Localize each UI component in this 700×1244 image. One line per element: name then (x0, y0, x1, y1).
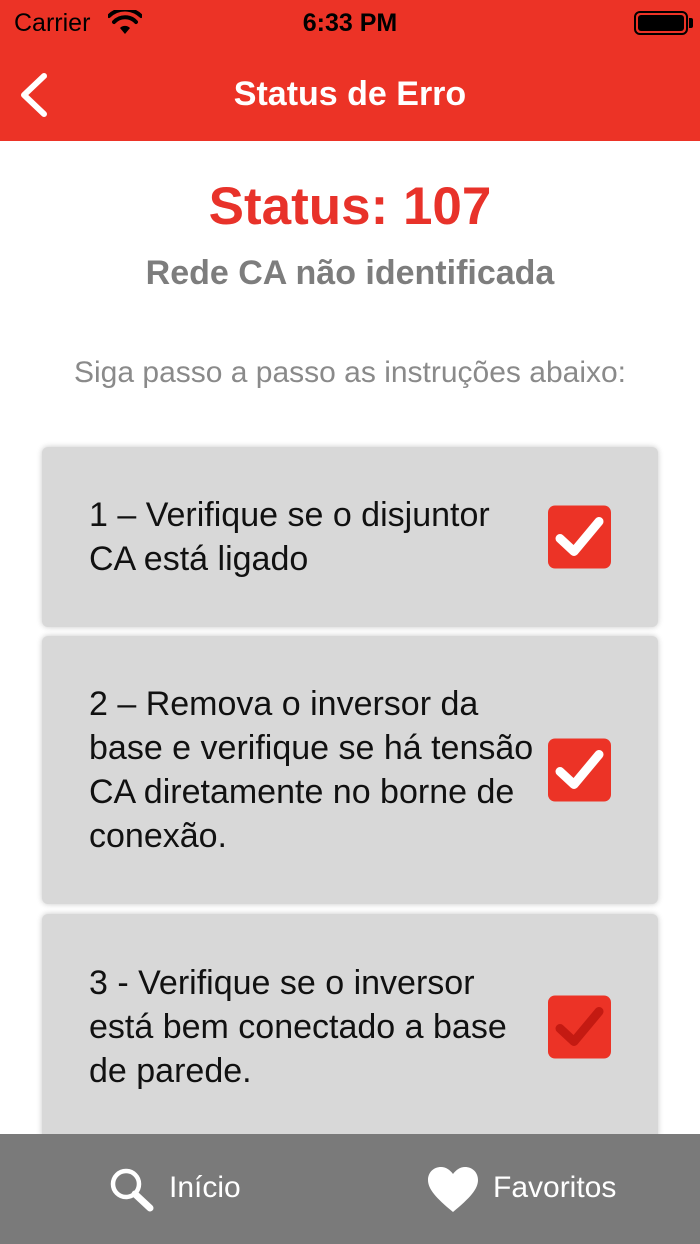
heart-icon (428, 1167, 478, 1212)
search-icon (110, 1168, 154, 1212)
tab-favorites-label: Favoritos (493, 1171, 617, 1204)
checkmark-icon (555, 750, 604, 789)
step-text: 1 – Verifique se o disjuntor CA está lig… (89, 496, 490, 578)
instructions-text: Siga passo a passo as instruções abaixo: (74, 356, 626, 389)
tab-bar: Início Favoritos (0, 1134, 700, 1244)
tab-home[interactable]: Início (104, 1134, 304, 1244)
step-text: 2 – Remova o inversor da base e verifiqu… (89, 685, 534, 855)
battery-tip (689, 18, 693, 28)
tab-home-label: Início (169, 1171, 241, 1204)
navigation-bar: Status de Erro (0, 48, 700, 141)
page-title: Status de Erro (233, 75, 467, 113)
battery-icon (634, 11, 688, 35)
step-text: 3 - Verifique se o inversor está bem con… (89, 964, 507, 1090)
step-checkbox-3[interactable] (548, 995, 611, 1059)
step-card-3: 3 - Verifique se o inversor está bem con… (42, 914, 658, 1140)
clock: 6:33 PM (302, 9, 398, 37)
checkmark-icon (555, 1007, 604, 1046)
status-bar: Carrier 6:33 PM (0, 0, 700, 48)
tab-favorites[interactable]: Favoritos (424, 1134, 644, 1244)
step-card-2: 2 – Remova o inversor da base e verifiqu… (42, 636, 658, 904)
step-checkbox-2[interactable] (548, 738, 611, 802)
step-checkbox-1[interactable] (548, 505, 611, 569)
status-description: Rede CA não identificada (145, 254, 555, 292)
checkmark-icon (555, 517, 604, 556)
step-card-1: 1 – Verifique se o disjuntor CA está lig… (42, 447, 658, 627)
status-code: Status: 107 (208, 177, 492, 236)
